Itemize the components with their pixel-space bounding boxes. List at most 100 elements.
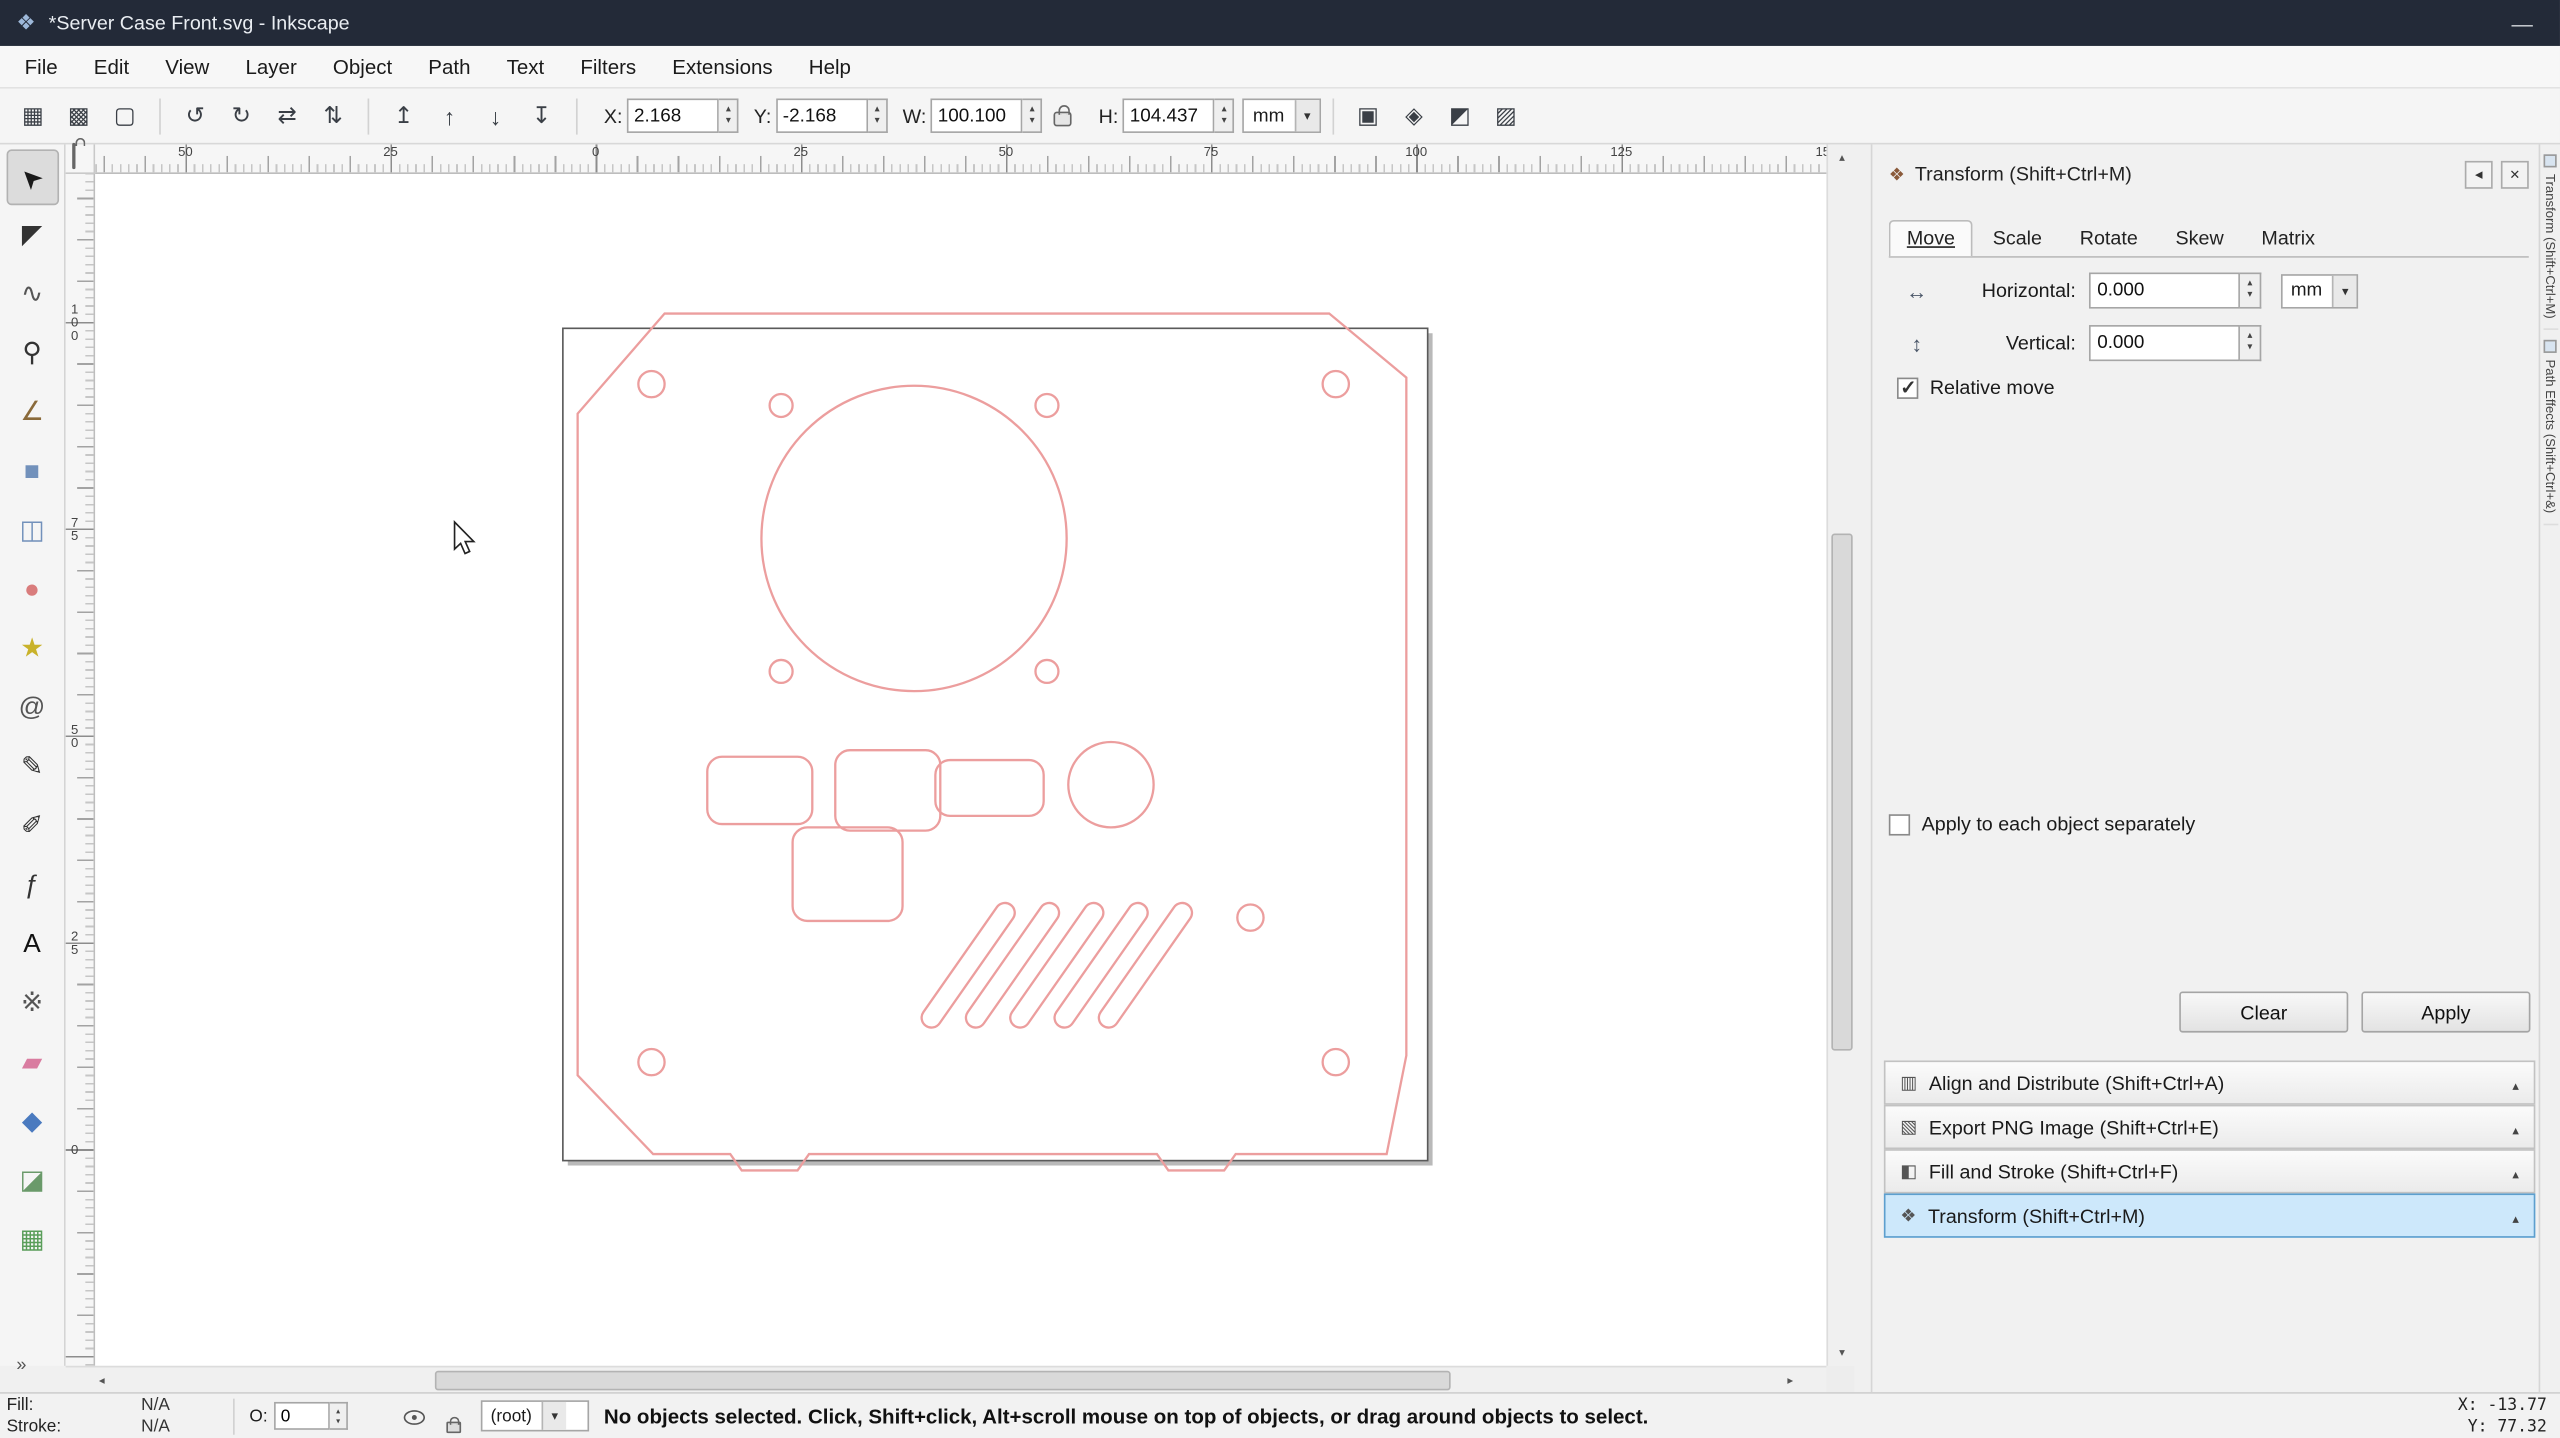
canvas[interactable] — [95, 174, 1826, 1366]
tool-tweak[interactable]: ∿ — [6, 268, 59, 324]
tool-node-editor[interactable]: ◤ — [6, 208, 59, 264]
tool-paint-bucket[interactable]: ◆ — [6, 1095, 59, 1151]
scroll-up-icon[interactable] — [1828, 144, 1856, 170]
lower-to-bottom-button[interactable]: ↧ — [519, 94, 565, 137]
lock-guides-icon[interactable] — [72, 143, 75, 169]
tool-measure[interactable]: ∠ — [6, 386, 59, 442]
tab-move[interactable]: Move — [1889, 220, 1973, 256]
tool-text[interactable]: A — [6, 918, 59, 974]
select-all-button[interactable]: ▦ — [10, 94, 56, 137]
side-tab-path-effects[interactable]: Path Effects (Shift+Ctrl+&) — [2543, 330, 2558, 525]
tool-star[interactable]: ★ — [6, 622, 59, 678]
rotate-cw-button[interactable]: ↻ — [218, 94, 264, 137]
tool-spiral[interactable]: @ — [6, 681, 59, 737]
menu-path[interactable]: Path — [410, 46, 488, 87]
dock-bar-align-distribute[interactable]: ▥Align and Distribute (Shift+Ctrl+A) — [1884, 1060, 2535, 1104]
horizontal-input[interactable] — [2089, 273, 2240, 309]
raise-button[interactable]: ↑ — [427, 94, 473, 137]
apply-each-checkbox[interactable] — [1889, 813, 1910, 834]
menu-view[interactable]: View — [147, 46, 227, 87]
tab-skew[interactable]: Skew — [2157, 220, 2241, 256]
y-input[interactable] — [776, 98, 868, 132]
affect-stroke-button[interactable]: ▣ — [1345, 94, 1391, 137]
lock-width-height-icon[interactable] — [1054, 112, 1072, 127]
tool-gradient[interactable]: ◪ — [6, 1154, 59, 1210]
tool-bezier-pen[interactable]: ✐ — [6, 799, 59, 855]
tool-box-3d[interactable]: ◫ — [6, 504, 59, 560]
tab-rotate[interactable]: Rotate — [2062, 220, 2156, 256]
transform-units-dropdown[interactable]: mm — [2281, 273, 2358, 307]
flip-vertical-button[interactable]: ⇅ — [310, 94, 356, 137]
menu-object[interactable]: Object — [315, 46, 410, 87]
chevron-down-icon[interactable] — [542, 1402, 567, 1430]
layer-dropdown[interactable]: (root) — [481, 1400, 589, 1431]
menu-file[interactable]: File — [7, 46, 76, 87]
affect-corners-button[interactable]: ◈ — [1391, 94, 1437, 137]
y-spinner[interactable] — [868, 98, 888, 132]
select-all-layers-button[interactable]: ▩ — [56, 94, 102, 137]
opacity-input[interactable] — [274, 1402, 330, 1430]
tool-pencil[interactable]: ✎ — [6, 740, 59, 796]
fill-stroke-indicator[interactable]: Fill:N/A Stroke:N/A — [7, 1395, 170, 1438]
tool-ellipse[interactable]: ● — [6, 563, 59, 619]
tool-mesh[interactable]: ▦ — [6, 1213, 59, 1269]
horizontal-scrollbar[interactable] — [66, 1366, 1827, 1392]
horizontal-scrollbar-thumb[interactable] — [435, 1371, 1451, 1391]
lower-button[interactable]: ↓ — [473, 94, 519, 137]
scroll-down-icon[interactable] — [1828, 1340, 1856, 1366]
raise-to-top-button[interactable]: ↥ — [381, 94, 427, 137]
tool-zoom[interactable]: ⚲ — [6, 327, 59, 383]
flip-horizontal-button[interactable]: ⇄ — [264, 94, 310, 137]
tool-rectangle[interactable]: ■ — [6, 445, 59, 501]
opacity-spinner[interactable] — [330, 1402, 348, 1430]
dock-bar-transform[interactable]: ❖Transform (Shift+Ctrl+M) — [1884, 1193, 2535, 1237]
rotate-ccw-button[interactable]: ↺ — [172, 94, 218, 137]
menu-extensions[interactable]: Extensions — [654, 46, 790, 87]
menu-help[interactable]: Help — [791, 46, 869, 87]
vertical-input[interactable] — [2089, 325, 2240, 361]
scroll-left-icon[interactable] — [89, 1367, 115, 1393]
x-spinner[interactable] — [719, 98, 739, 132]
menu-layer[interactable]: Layer — [227, 46, 314, 87]
vertical-scrollbar[interactable] — [1826, 144, 1854, 1365]
vertical-spinner[interactable] — [2240, 325, 2261, 361]
affect-patterns-button[interactable]: ▨ — [1483, 94, 1529, 137]
units-dropdown[interactable]: mm — [1243, 98, 1320, 132]
w-spinner[interactable] — [1023, 98, 1043, 132]
layer-lock-icon[interactable] — [446, 1422, 461, 1433]
tool-calligraphy[interactable]: ƒ — [6, 859, 59, 915]
scroll-right-icon[interactable] — [1777, 1367, 1803, 1393]
vertical-scrollbar-thumb[interactable] — [1831, 534, 1852, 1051]
tab-matrix[interactable]: Matrix — [2243, 220, 2333, 256]
x-input[interactable] — [627, 98, 719, 132]
w-input[interactable] — [931, 98, 1023, 132]
dock-close-button[interactable] — [2501, 160, 2529, 188]
toolbox-overflow-button[interactable]: » — [16, 1356, 26, 1376]
chevron-down-icon[interactable] — [1294, 100, 1319, 131]
horizontal-ruler[interactable]: 50250255075100125150 — [95, 144, 1826, 174]
h-spinner[interactable] — [1215, 98, 1235, 132]
minimize-button[interactable]: — — [2484, 0, 2559, 46]
chevron-down-icon[interactable] — [2332, 275, 2357, 306]
side-tab-transform[interactable]: Transform (Shift+Ctrl+M) — [2543, 144, 2558, 330]
dock-bar-export-png[interactable]: ▧Export PNG Image (Shift+Ctrl+E) — [1884, 1105, 2535, 1149]
clear-button[interactable]: Clear — [2179, 992, 2348, 1033]
tool-selector[interactable]: ➤ — [6, 149, 59, 205]
tool-eraser[interactable]: ▰ — [6, 1036, 59, 1092]
menu-filters[interactable]: Filters — [562, 46, 654, 87]
vertical-ruler[interactable]: 1007550250 — [66, 174, 96, 1366]
affect-gradients-button[interactable]: ◩ — [1437, 94, 1483, 137]
horizontal-spinner[interactable] — [2240, 273, 2261, 309]
h-input[interactable] — [1123, 98, 1215, 132]
statusbar: Fill:N/A Stroke:N/A O: (root) No objects… — [0, 1392, 2560, 1438]
deselect-button[interactable]: ▢ — [102, 94, 148, 137]
dock-float-button[interactable] — [2465, 160, 2493, 188]
layer-visibility-icon[interactable] — [404, 1410, 425, 1425]
relative-move-checkbox[interactable] — [1897, 377, 1918, 398]
tab-scale[interactable]: Scale — [1975, 220, 2060, 256]
menu-text[interactable]: Text — [489, 46, 563, 87]
menu-edit[interactable]: Edit — [76, 46, 147, 87]
apply-button[interactable]: Apply — [2361, 992, 2530, 1033]
tool-spray[interactable]: ※ — [6, 977, 59, 1033]
dock-bar-fill-stroke[interactable]: ◧Fill and Stroke (Shift+Ctrl+F) — [1884, 1149, 2535, 1193]
